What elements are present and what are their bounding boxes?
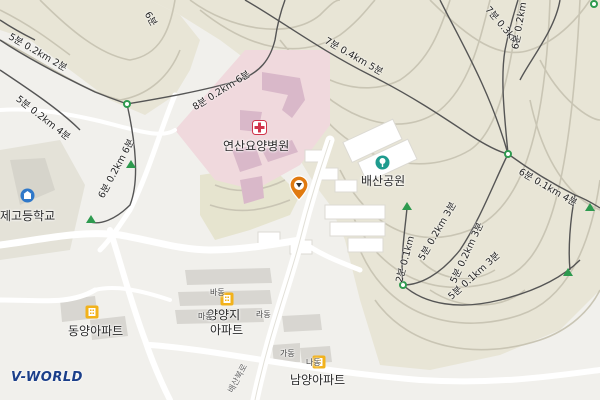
place-label-school[interactable]: 제고등학교	[0, 207, 55, 224]
building-label-na: 나동	[306, 358, 321, 367]
trail-triangle-icon[interactable]	[402, 202, 412, 210]
vworld-logo: V-WORLD	[11, 370, 83, 385]
place-label-namyang-apt[interactable]: 남양아파트	[290, 371, 345, 388]
apartment-icon[interactable]	[85, 304, 99, 323]
map-view[interactable]: 5분 0.2km 2분 5분 0.2km 4분 6분 0.2km 6분 8분 0…	[0, 0, 600, 400]
place-label-dongyang-apt[interactable]: 동양아파트	[68, 322, 123, 339]
place-label-hospital[interactable]: 연산요양병원	[223, 137, 289, 154]
trail-triangle-icon[interactable]	[585, 203, 595, 211]
location-pin-icon[interactable]	[289, 175, 309, 205]
trail-node[interactable]	[123, 100, 131, 108]
building-label-ma: 마동	[198, 312, 213, 321]
building-label-ra: 라동	[256, 310, 271, 319]
building-label-ga: 가동	[280, 349, 295, 358]
building-label-ba: 바동	[210, 288, 225, 297]
place-label-park[interactable]: 배산공원	[361, 172, 405, 189]
trail-triangle-icon[interactable]	[126, 160, 136, 168]
trail-node[interactable]	[590, 0, 598, 8]
trail-triangle-icon[interactable]	[563, 268, 573, 276]
trail-triangle-icon[interactable]	[86, 215, 96, 223]
school-icon[interactable]	[20, 188, 35, 207]
trail-node[interactable]	[504, 150, 512, 158]
place-label-yangji-apt[interactable]: 아파트	[210, 321, 243, 338]
